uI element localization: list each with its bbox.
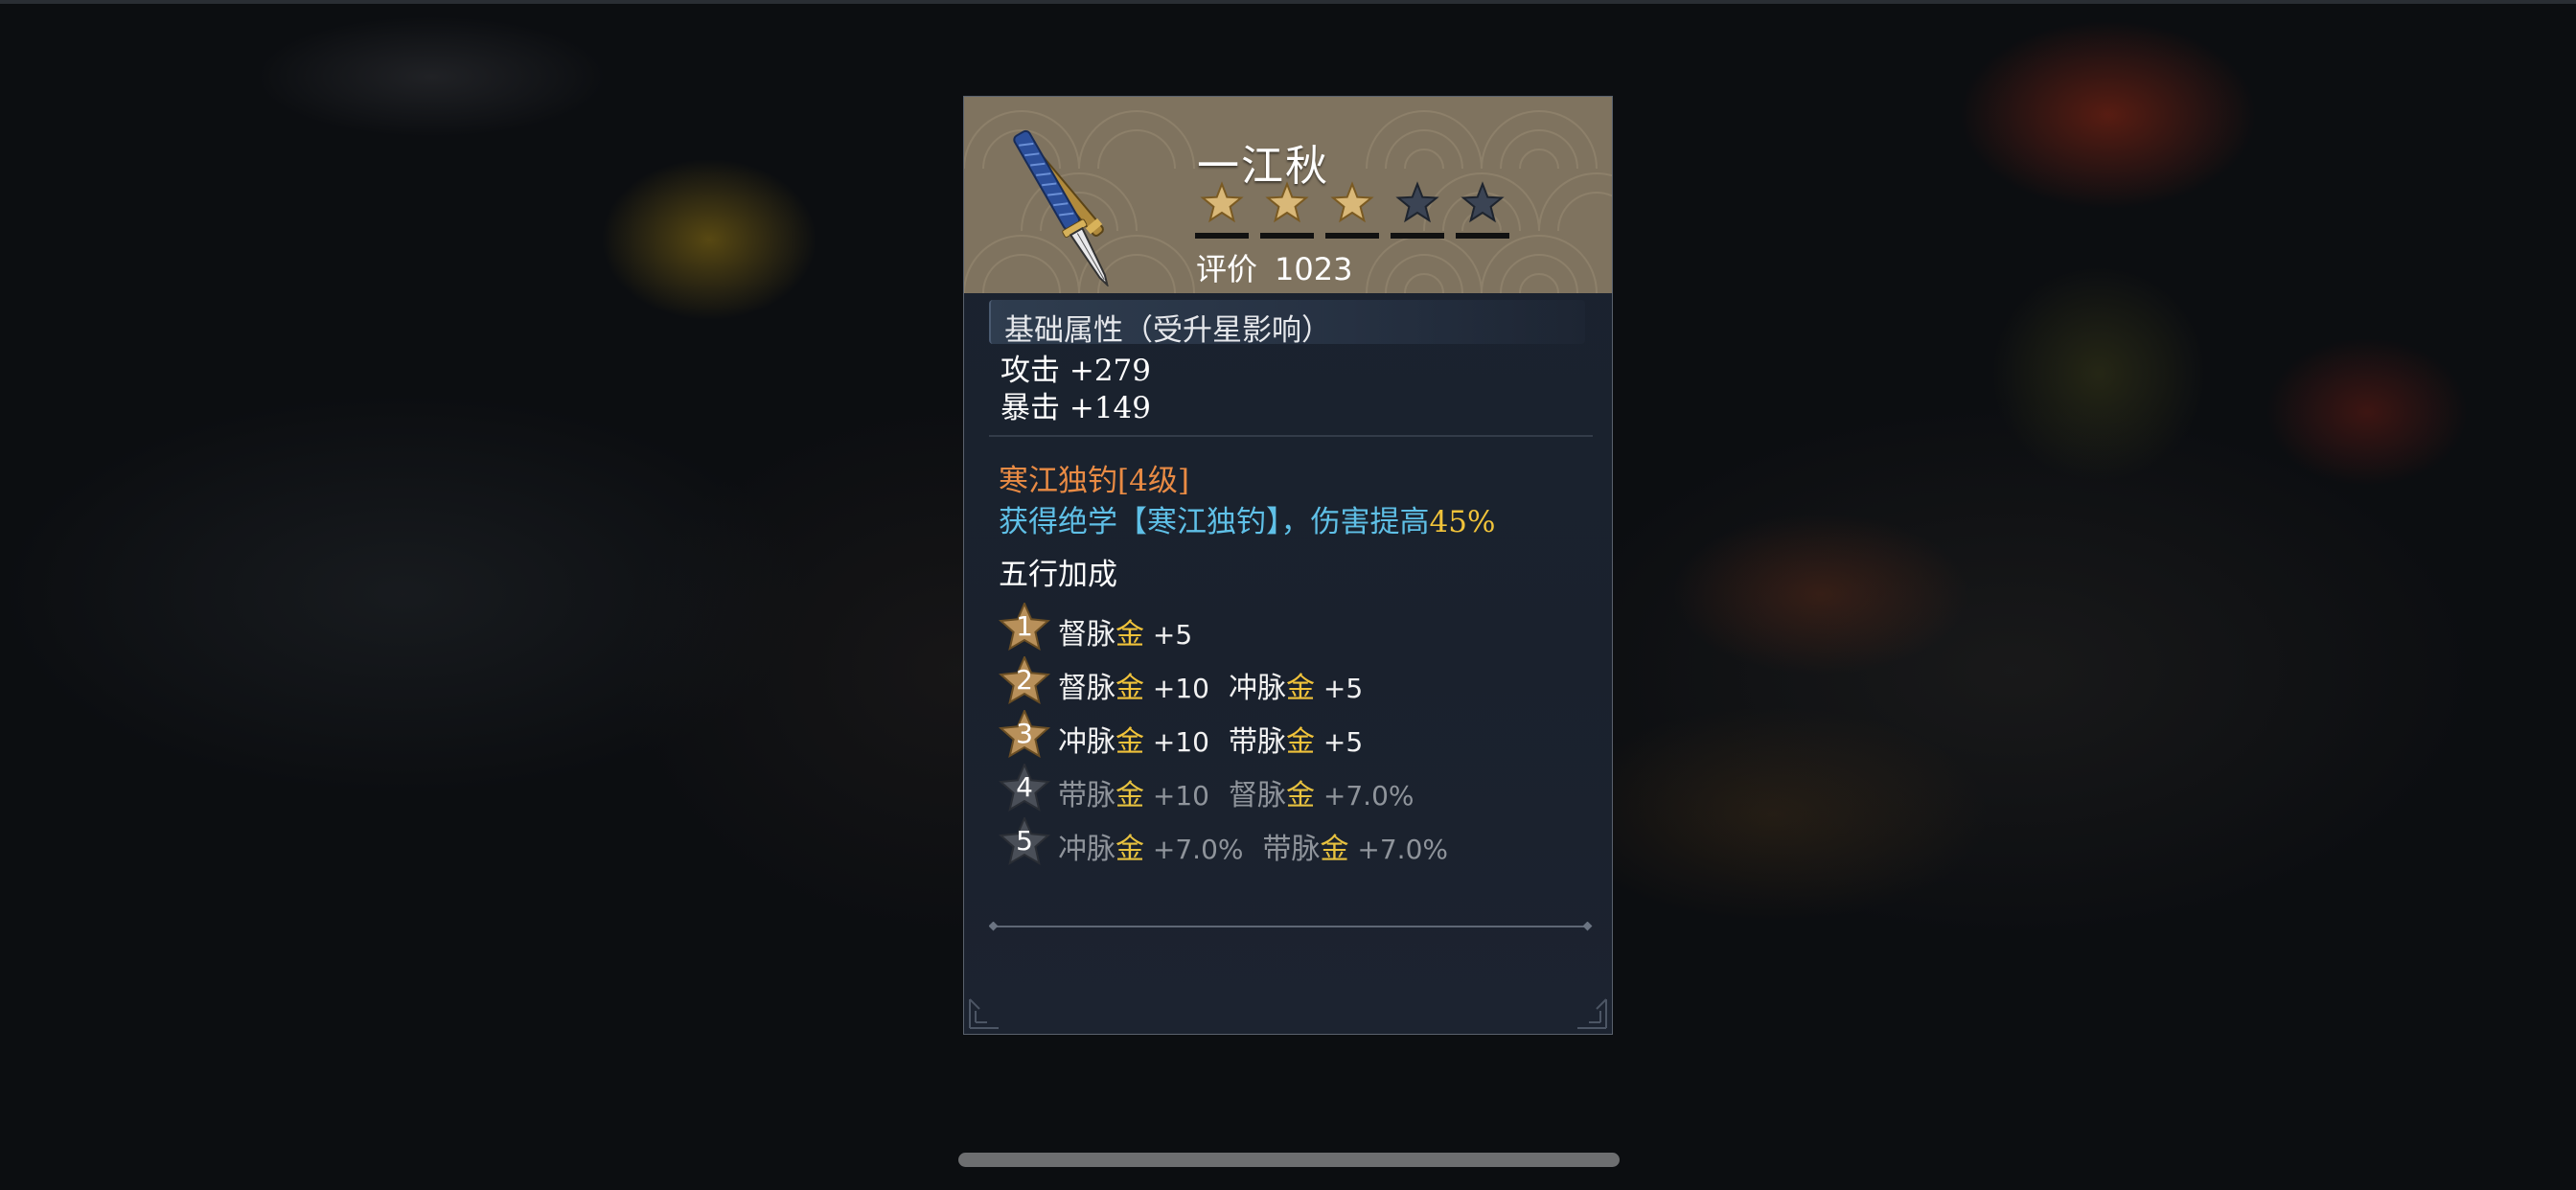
meridian-name: 督脉 xyxy=(1058,672,1116,705)
star-rating xyxy=(1195,181,1521,239)
level-star-icon: 3 xyxy=(999,710,1050,760)
element-name: 金 xyxy=(1116,833,1144,866)
stat-crit: 暴击 +149 xyxy=(1000,391,1151,425)
bonus-value: +7.0% xyxy=(1315,780,1414,812)
top-edge xyxy=(0,0,2576,4)
level-star-icon: 5 xyxy=(999,817,1050,867)
star-underline xyxy=(1195,233,1249,239)
star-icon xyxy=(1391,181,1444,239)
five-elements-title: 五行加成 xyxy=(999,558,1117,592)
divider xyxy=(989,435,1593,437)
rating-value: 1023 xyxy=(1275,251,1353,287)
corner-ornament-icon xyxy=(969,998,999,1029)
bottom-divider xyxy=(989,922,1593,931)
bonus-value: +10 xyxy=(1144,673,1209,704)
skill-description: 获得绝学【寒江独钓】，伤害提高45% xyxy=(999,497,1495,540)
level-number: 4 xyxy=(1016,771,1033,803)
element-name: 金 xyxy=(1286,779,1315,812)
meridian-name: 带脉 xyxy=(1229,725,1286,759)
bonus-text: 带脉金 +10 督脉金 +7.0% xyxy=(1058,771,1414,813)
bonus-value: +7.0% xyxy=(1144,834,1244,865)
element-name: 金 xyxy=(1286,725,1315,759)
bonus-value: +10 xyxy=(1144,726,1209,758)
bonus-value: +5 xyxy=(1315,726,1364,758)
meridian-name: 冲脉 xyxy=(1058,833,1116,866)
star-icon xyxy=(1325,181,1379,239)
bonus-text: 督脉金 +5 xyxy=(1058,610,1192,652)
element-name: 金 xyxy=(1286,672,1315,705)
meridian-name: 带脉 xyxy=(1058,779,1116,812)
skill-desc-percent: 45% xyxy=(1429,505,1496,539)
element-name: 金 xyxy=(1116,618,1144,652)
base-attributes-header: 基础属性（受升星影响） xyxy=(989,300,1585,348)
meridian-name: 带脉 xyxy=(1262,833,1321,866)
home-indicator[interactable] xyxy=(958,1153,1620,1167)
star-underline xyxy=(1260,233,1314,239)
bonus-value: +5 xyxy=(1144,619,1193,651)
bonus-value: +7.0% xyxy=(1348,834,1448,865)
level-number: 1 xyxy=(1016,610,1033,642)
base-attributes-title: 基础属性（受升星影响） xyxy=(1004,313,1331,348)
star-underline xyxy=(1456,233,1509,239)
element-name: 金 xyxy=(1116,672,1144,705)
bonus-value: +10 xyxy=(1144,780,1209,812)
element-name: 金 xyxy=(1320,833,1349,866)
level-number: 2 xyxy=(1016,664,1033,696)
star-icon xyxy=(1456,181,1509,239)
skill-desc-text: 获得绝学【寒江独钓】，伤害提高 xyxy=(999,505,1430,539)
bonus-text: 督脉金 +10 冲脉金 +5 xyxy=(1058,664,1363,706)
meridian-name: 冲脉 xyxy=(1229,672,1286,705)
meridian-name: 冲脉 xyxy=(1058,725,1116,759)
weapon-icon xyxy=(1013,129,1110,286)
element-name: 金 xyxy=(1116,725,1144,759)
bonus-text: 冲脉金 +10 带脉金 +5 xyxy=(1058,718,1363,760)
skill-name: 寒江独钓[4级] xyxy=(999,464,1189,498)
item-header: 一江秋 评价 1023 xyxy=(964,97,1612,293)
element-name: 金 xyxy=(1116,779,1144,812)
star-icon xyxy=(1260,181,1314,239)
meridian-name: 督脉 xyxy=(1229,779,1286,812)
level-star-icon: 4 xyxy=(999,764,1050,813)
level-number: 5 xyxy=(1016,825,1033,857)
rating-label: 评价 xyxy=(1196,251,1258,287)
item-tooltip-card: 一江秋 评价 1023 基础属性（受升星影响） 攻击 +279 暴击 +149 寒… xyxy=(963,96,1613,1035)
level-number: 3 xyxy=(1016,718,1033,749)
rating: 评价 1023 xyxy=(1196,245,1352,289)
level-star-icon: 2 xyxy=(999,656,1050,706)
bonus-value: +5 xyxy=(1315,673,1364,704)
meridian-name: 督脉 xyxy=(1058,618,1116,652)
bonus-text: 冲脉金 +7.0% 带脉金 +7.0% xyxy=(1058,825,1448,867)
level-star-icon: 1 xyxy=(999,603,1050,652)
star-icon xyxy=(1195,181,1249,239)
corner-ornament-icon xyxy=(1577,998,1607,1029)
star-underline xyxy=(1325,233,1379,239)
star-underline xyxy=(1391,233,1444,239)
